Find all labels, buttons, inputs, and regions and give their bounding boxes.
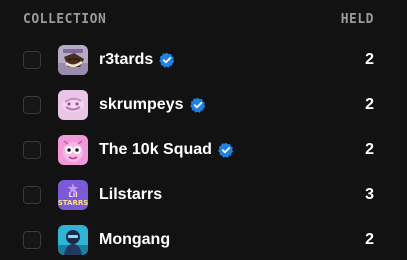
skrumpeys-thumbnail — [58, 89, 88, 120]
collection-name[interactable]: skrumpeys — [99, 96, 184, 114]
collection-row[interactable]: r3tards 2 — [0, 37, 407, 82]
held-count: 2 — [365, 140, 374, 158]
held-count: 2 — [365, 95, 374, 113]
svg-text:STARRS: STARRS — [58, 199, 88, 207]
select-checkbox[interactable] — [23, 185, 41, 204]
select-checkbox[interactable] — [23, 230, 41, 249]
verified-badge-icon — [218, 142, 234, 158]
collection-name[interactable]: Lilstarrs — [99, 186, 162, 204]
select-checkbox[interactable] — [23, 95, 41, 114]
collections-panel: COLLECTION HELD r3tards 2 skrumpeys 2 Th… — [0, 0, 407, 260]
select-checkbox[interactable] — [23, 140, 41, 159]
svg-text:Lil: Lil — [68, 191, 77, 199]
lilstarrs-thumbnail: Lil STARRS — [58, 179, 88, 210]
collection-row[interactable]: skrumpeys 2 — [0, 82, 407, 127]
select-checkbox[interactable] — [23, 50, 41, 69]
collection-column-header: COLLECTION — [23, 11, 107, 27]
10k-squad-thumbnail — [58, 134, 88, 165]
verified-badge-icon — [189, 97, 205, 113]
collection-name[interactable]: The 10k Squad — [99, 141, 212, 159]
table-header: COLLECTION HELD — [23, 10, 374, 28]
collection-list: r3tards 2 skrumpeys 2 The 10k Squad 2 Li… — [0, 37, 407, 260]
collection-row[interactable]: The 10k Squad 2 — [0, 127, 407, 172]
held-column-header: HELD — [340, 11, 374, 27]
mongang-thumbnail — [58, 224, 88, 255]
collection-row[interactable]: Lil STARRS Lilstarrs 3 — [0, 172, 407, 217]
held-count: 2 — [365, 50, 374, 68]
r3tards-thumbnail — [58, 44, 88, 75]
verified-badge-icon — [159, 52, 175, 68]
collection-name[interactable]: r3tards — [99, 51, 153, 69]
held-count: 3 — [365, 185, 374, 203]
held-count: 2 — [365, 230, 374, 248]
collection-name[interactable]: Mongang — [99, 231, 170, 249]
collection-row[interactable]: Mongang 2 — [0, 217, 407, 260]
